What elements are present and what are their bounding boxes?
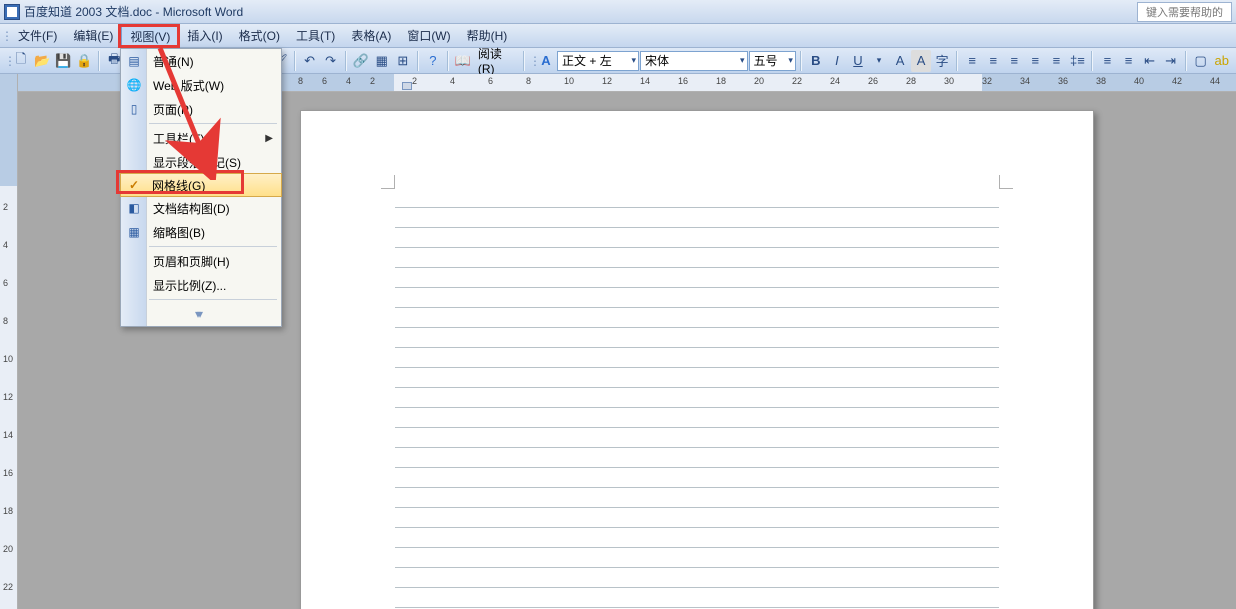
gridline [395, 207, 999, 208]
docmap-icon: ◧ [126, 200, 142, 216]
gridline [395, 507, 999, 508]
insert-table-icon[interactable]: ⊞ [393, 50, 413, 72]
gridline [395, 527, 999, 528]
menu-edit[interactable]: 编辑(E) [65, 24, 121, 47]
normal-view-icon: ▤ [126, 53, 142, 69]
toolbar-grip[interactable]: ⋮ [4, 54, 10, 68]
menu-help[interactable]: 帮助(H) [459, 24, 516, 47]
menu-item-gridlines[interactable]: 网格线(G) [120, 173, 282, 197]
align-justify-icon[interactable]: ≡ [1025, 50, 1045, 72]
char-shading-icon[interactable]: A [911, 50, 931, 72]
gridline [395, 567, 999, 568]
undo-icon[interactable]: ↶ [300, 50, 320, 72]
page-layout-icon: ▯ [126, 101, 142, 117]
gridline [395, 247, 999, 248]
char-scaling-icon[interactable]: 字 [932, 50, 952, 72]
window-title: 百度知道 2003 文档.doc - Microsoft Word [24, 3, 243, 20]
thumbnails-icon: ▦ [126, 224, 142, 240]
submenu-arrow-icon: ▶ [265, 133, 273, 144]
new-doc-icon[interactable]: 🗋 [11, 50, 31, 72]
gridline [395, 407, 999, 408]
menu-table[interactable]: 表格(A) [343, 24, 399, 47]
align-left-icon[interactable]: ≡ [962, 50, 982, 72]
help-search-box[interactable]: 键入需要帮助的 [1137, 2, 1232, 22]
menu-item-docmap[interactable]: ◧文档结构图(D) [121, 196, 281, 220]
bold-icon[interactable]: B [806, 50, 826, 72]
menu-item-showmarks[interactable]: 显示段落标记(S) [121, 150, 281, 174]
permissions-icon[interactable]: 🔒 [74, 50, 94, 72]
menu-insert[interactable]: 插入(I) [179, 24, 230, 47]
format-toolbar-grip[interactable]: ⋮ [529, 54, 535, 68]
menu-format[interactable]: 格式(O) [231, 24, 288, 47]
gridline [395, 587, 999, 588]
gridline [395, 447, 999, 448]
char-border-icon[interactable]: A [890, 50, 910, 72]
menu-item-headerfooter[interactable]: 页眉和页脚(H) [121, 249, 281, 273]
margin-corner-tr [999, 175, 1013, 189]
save-icon[interactable]: 💾 [53, 50, 73, 72]
redo-icon[interactable]: ↷ [321, 50, 341, 72]
menu-item-expand[interactable]: ▾▾ [121, 302, 281, 326]
menu-item-pagelayout[interactable]: ▯页面(P) [121, 97, 281, 121]
style-format-icon[interactable]: A [536, 50, 556, 72]
gridline [395, 327, 999, 328]
bullets-icon[interactable]: ≡ [1119, 50, 1139, 72]
menu-item-weblayout[interactable]: 🌐Web 版式(W) [121, 73, 281, 97]
font-select[interactable]: 宋体 [640, 51, 748, 71]
underline-icon[interactable]: U [848, 50, 868, 72]
menu-view[interactable]: 视图(V) [121, 24, 179, 47]
gridline [395, 227, 999, 228]
hyperlink-icon[interactable]: 🔗 [351, 50, 371, 72]
view-dropdown: ▤普通(N) 🌐Web 版式(W) ▯页面(P) 工具栏(T)▶ 显示段落标记(… [120, 48, 282, 327]
vertical-ruler[interactable]: 2468101214161820222426 [0, 74, 18, 609]
align-right-icon[interactable]: ≡ [1004, 50, 1024, 72]
page[interactable] [300, 110, 1094, 609]
menu-window[interactable]: 窗口(W) [399, 24, 458, 47]
tables-borders-icon[interactable]: ▦ [372, 50, 392, 72]
gridline [395, 427, 999, 428]
decrease-indent-icon[interactable]: ⇤ [1140, 50, 1160, 72]
menu-file[interactable]: 文件(F) [10, 24, 65, 47]
border-icon[interactable]: ▢ [1191, 50, 1211, 72]
align-center-icon[interactable]: ≡ [983, 50, 1003, 72]
read-mode-icon[interactable]: 📖 [453, 50, 473, 72]
first-line-indent-marker[interactable] [402, 82, 412, 90]
dropdown-arrow-icon[interactable]: ▾ [869, 50, 889, 72]
menu-item-toolbars[interactable]: 工具栏(T)▶ [121, 126, 281, 150]
gridline [395, 287, 999, 288]
menubar: ⋮ 文件(F) 编辑(E) 视图(V) 插入(I) 格式(O) 工具(T) 表格… [0, 24, 1236, 48]
menu-item-zoom[interactable]: 显示比例(Z)... [121, 273, 281, 297]
gridline [395, 367, 999, 368]
gridline [395, 307, 999, 308]
help-icon[interactable]: ? [423, 50, 443, 72]
size-select[interactable]: 五号 [749, 51, 796, 71]
gridline [395, 387, 999, 388]
read-label[interactable]: 阅读(R) [474, 45, 519, 76]
numbering-icon[interactable]: ≡ [1097, 50, 1117, 72]
gridline [395, 487, 999, 488]
style-select[interactable]: 正文 + 左 [557, 51, 639, 71]
menu-tools[interactable]: 工具(T) [288, 24, 343, 47]
check-icon [126, 177, 142, 193]
margin-corner-tl [381, 175, 395, 189]
word-icon [4, 4, 20, 20]
gridline [395, 347, 999, 348]
italic-icon[interactable]: I [827, 50, 847, 72]
chevron-down-icon: ▾▾ [195, 307, 199, 321]
gridline [395, 547, 999, 548]
increase-indent-icon[interactable]: ⇥ [1161, 50, 1181, 72]
line-spacing-icon[interactable]: ‡≡ [1067, 50, 1087, 72]
gridline [395, 267, 999, 268]
distribute-icon[interactable]: ≡ [1046, 50, 1066, 72]
menu-item-thumbnails[interactable]: ▦缩略图(B) [121, 220, 281, 244]
gridline [395, 467, 999, 468]
gridline [395, 607, 999, 608]
title-bar: 百度知道 2003 文档.doc - Microsoft Word 键入需要帮助… [0, 0, 1236, 24]
web-layout-icon: 🌐 [126, 77, 142, 93]
highlight-icon[interactable]: ab [1212, 50, 1232, 72]
open-icon[interactable]: 📂 [32, 50, 52, 72]
menu-item-normal[interactable]: ▤普通(N) [121, 49, 281, 73]
text-area[interactable] [395, 189, 999, 609]
